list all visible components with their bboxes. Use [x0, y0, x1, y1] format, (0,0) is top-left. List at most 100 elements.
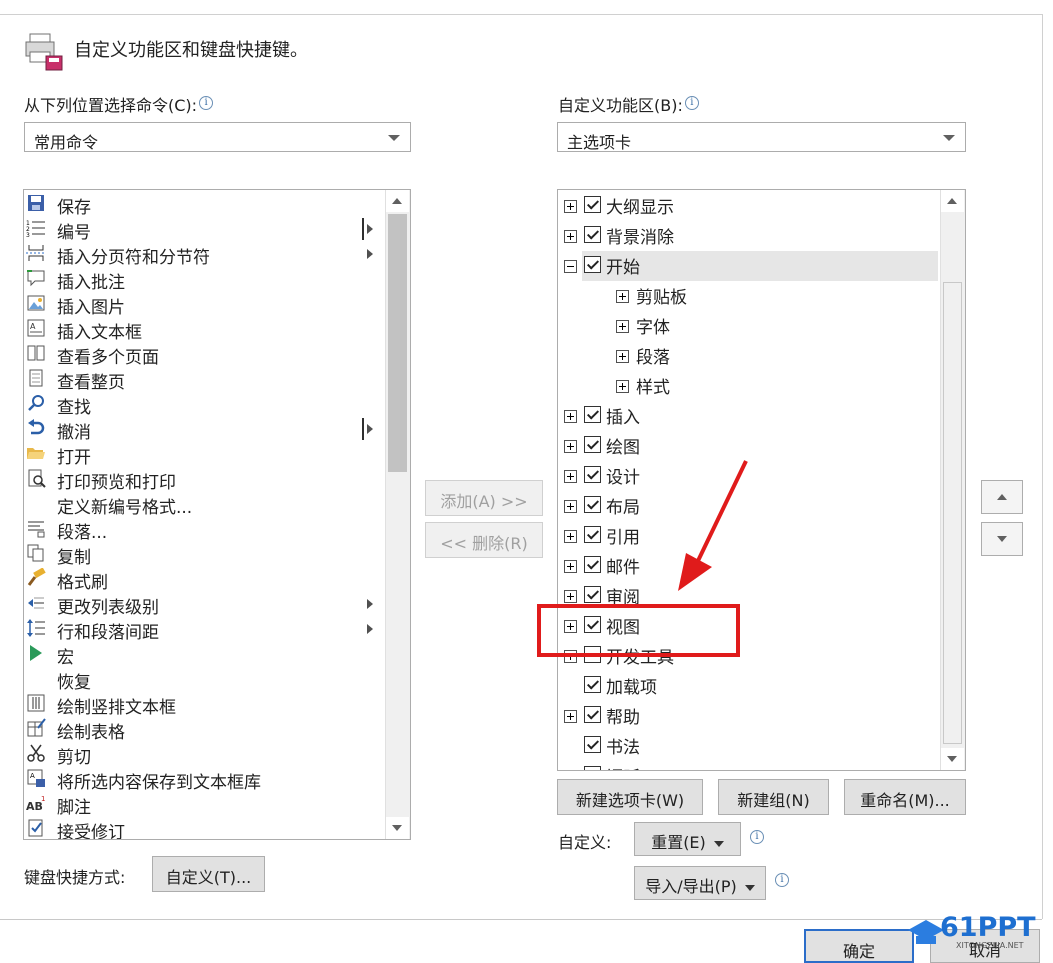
command-item[interactable]: 定义新编号格式...: [24, 491, 384, 518]
add-button[interactable]: 添加(A) >>: [425, 480, 543, 516]
ribbon-tabs-tree[interactable]: 大纲显示 背景消除 开始 剪贴板 字体 段落 样式 插入 绘图 设计 布局 引用 邮件 审阅 视图 开发工具加…: [557, 189, 966, 771]
commands-list[interactable]: 保存 1 2 3 编号 插入分页符和分节符 插入批注 插入图片 A 插入文本框 查看多个页面 查看整页…: [23, 189, 411, 840]
tab-checkbox[interactable]: [584, 406, 601, 423]
new-tab-button[interactable]: 新建选项卡(W): [557, 779, 703, 815]
command-label: 查找: [57, 398, 91, 418]
ribbon-tab-item[interactable]: 开始: [558, 253, 938, 283]
command-item[interactable]: 查看多个页面: [24, 341, 384, 368]
tab-checkbox[interactable]: [584, 196, 601, 213]
rename-button[interactable]: 重命名(M)...: [844, 779, 966, 815]
command-item[interactable]: 接受修订: [24, 816, 384, 840]
expand-icon[interactable]: [564, 200, 577, 213]
reset-button[interactable]: 重置(E): [634, 822, 741, 856]
command-item[interactable]: 剪切: [24, 741, 384, 768]
ribbon-tab-item[interactable]: 插入: [558, 403, 938, 433]
move-down-button[interactable]: [981, 522, 1023, 556]
ribbon-group-item[interactable]: 段落: [558, 343, 938, 373]
expand-icon[interactable]: [564, 710, 577, 723]
ribbon-scrollbar[interactable]: [940, 190, 965, 770]
expand-icon[interactable]: [564, 440, 577, 453]
scroll-up-button[interactable]: [386, 190, 409, 212]
command-item[interactable]: 格式刷: [24, 566, 384, 593]
tab-checkbox[interactable]: [584, 526, 601, 543]
remove-button[interactable]: << 删除(R): [425, 522, 543, 558]
tab-checkbox[interactable]: [584, 436, 601, 453]
command-item[interactable]: A 插入文本框: [24, 316, 384, 343]
command-item[interactable]: 打开: [24, 441, 384, 468]
expand-icon[interactable]: [564, 410, 577, 423]
ribbon-tab-item[interactable]: 书法: [558, 733, 938, 763]
collapse-icon[interactable]: [564, 260, 577, 273]
command-item[interactable]: 恢复: [24, 666, 384, 693]
customize-keyboard-button[interactable]: 自定义(T)...: [152, 856, 265, 892]
scroll-down-button[interactable]: [941, 748, 964, 770]
tab-checkbox[interactable]: [584, 226, 601, 243]
new-group-button[interactable]: 新建组(N): [718, 779, 829, 815]
ok-button[interactable]: 确定: [804, 929, 914, 963]
tab-checkbox[interactable]: [584, 676, 601, 693]
tab-checkbox[interactable]: [584, 466, 601, 483]
command-item[interactable]: 绘制竖排文本框: [24, 691, 384, 718]
command-item[interactable]: 段落...: [24, 516, 384, 543]
command-item[interactable]: 1 2 3 编号: [24, 216, 384, 243]
ribbon-tabs-combo[interactable]: 主选项卡: [557, 122, 966, 152]
commands-scrollbar[interactable]: [385, 190, 410, 839]
expand-icon[interactable]: [564, 560, 577, 573]
command-item[interactable]: 打印预览和打印: [24, 466, 384, 493]
scroll-thumb[interactable]: [943, 282, 962, 744]
command-item[interactable]: 插入分页符和分节符: [24, 241, 384, 268]
tab-checkbox[interactable]: [584, 586, 601, 603]
ribbon-group-item[interactable]: 剪贴板: [558, 283, 938, 313]
ribbon-group-item[interactable]: 样式: [558, 373, 938, 403]
tab-checkbox[interactable]: [584, 736, 601, 753]
expand-icon[interactable]: [616, 380, 629, 393]
command-item[interactable]: AB 1 脚注: [24, 791, 384, 818]
command-item[interactable]: 复制: [24, 541, 384, 568]
expand-icon[interactable]: [564, 230, 577, 243]
command-item[interactable]: 撤消: [24, 416, 384, 443]
command-item[interactable]: 更改列表级别: [24, 591, 384, 618]
expand-icon[interactable]: [564, 500, 577, 513]
ribbon-group-item[interactable]: 字体: [558, 313, 938, 343]
tab-checkbox[interactable]: [584, 496, 601, 513]
page-icon: [26, 368, 46, 388]
expand-icon[interactable]: [564, 590, 577, 603]
expand-icon[interactable]: [616, 290, 629, 303]
ribbon-tab-item[interactable]: 帮助: [558, 703, 938, 733]
ribbon-tab-item[interactable]: 加载项: [558, 673, 938, 703]
expand-icon[interactable]: [564, 530, 577, 543]
tab-checkbox[interactable]: [584, 766, 601, 770]
expand-icon[interactable]: [564, 470, 577, 483]
command-item[interactable]: 宏: [24, 641, 384, 668]
command-item[interactable]: 保存: [24, 191, 384, 218]
scroll-thumb[interactable]: [388, 214, 407, 472]
tab-label: 邮件: [606, 558, 640, 578]
command-item[interactable]: 查看整页: [24, 366, 384, 393]
expand-icon[interactable]: [616, 320, 629, 333]
watermark-brand: 61PPT: [940, 912, 1036, 943]
expand-icon[interactable]: [616, 350, 629, 363]
command-item[interactable]: 绘制表格: [24, 716, 384, 743]
expand-icon[interactable]: [564, 770, 577, 771]
move-up-button[interactable]: [981, 480, 1023, 514]
command-item[interactable]: A 将所选内容保存到文本框库: [24, 766, 384, 793]
import-export-button[interactable]: 导入/导出(P): [634, 866, 766, 900]
command-item[interactable]: 插入批注: [24, 266, 384, 293]
ribbon-tab-item[interactable]: 福昕PDF: [558, 763, 938, 771]
scroll-down-button[interactable]: [386, 817, 409, 839]
tab-label: 字体: [636, 318, 670, 338]
dropdown-arrow-icon: [388, 135, 400, 141]
command-item[interactable]: 查找: [24, 391, 384, 418]
tab-checkbox[interactable]: [584, 556, 601, 573]
ribbon-tab-item[interactable]: 背景消除: [558, 223, 938, 253]
command-item[interactable]: 插入图片: [24, 291, 384, 318]
commands-source-combo[interactable]: 常用命令: [24, 122, 411, 152]
scroll-up-button[interactable]: [941, 190, 964, 212]
tab-checkbox[interactable]: [584, 706, 601, 723]
ribbon-tab-item[interactable]: 大纲显示: [558, 193, 938, 223]
multipage-icon: [26, 343, 46, 363]
dropdown-arrow-icon: [744, 884, 755, 891]
command-label: 接受修订: [57, 823, 125, 840]
command-item[interactable]: 行和段落间距: [24, 616, 384, 643]
tab-checkbox[interactable]: [584, 256, 601, 273]
